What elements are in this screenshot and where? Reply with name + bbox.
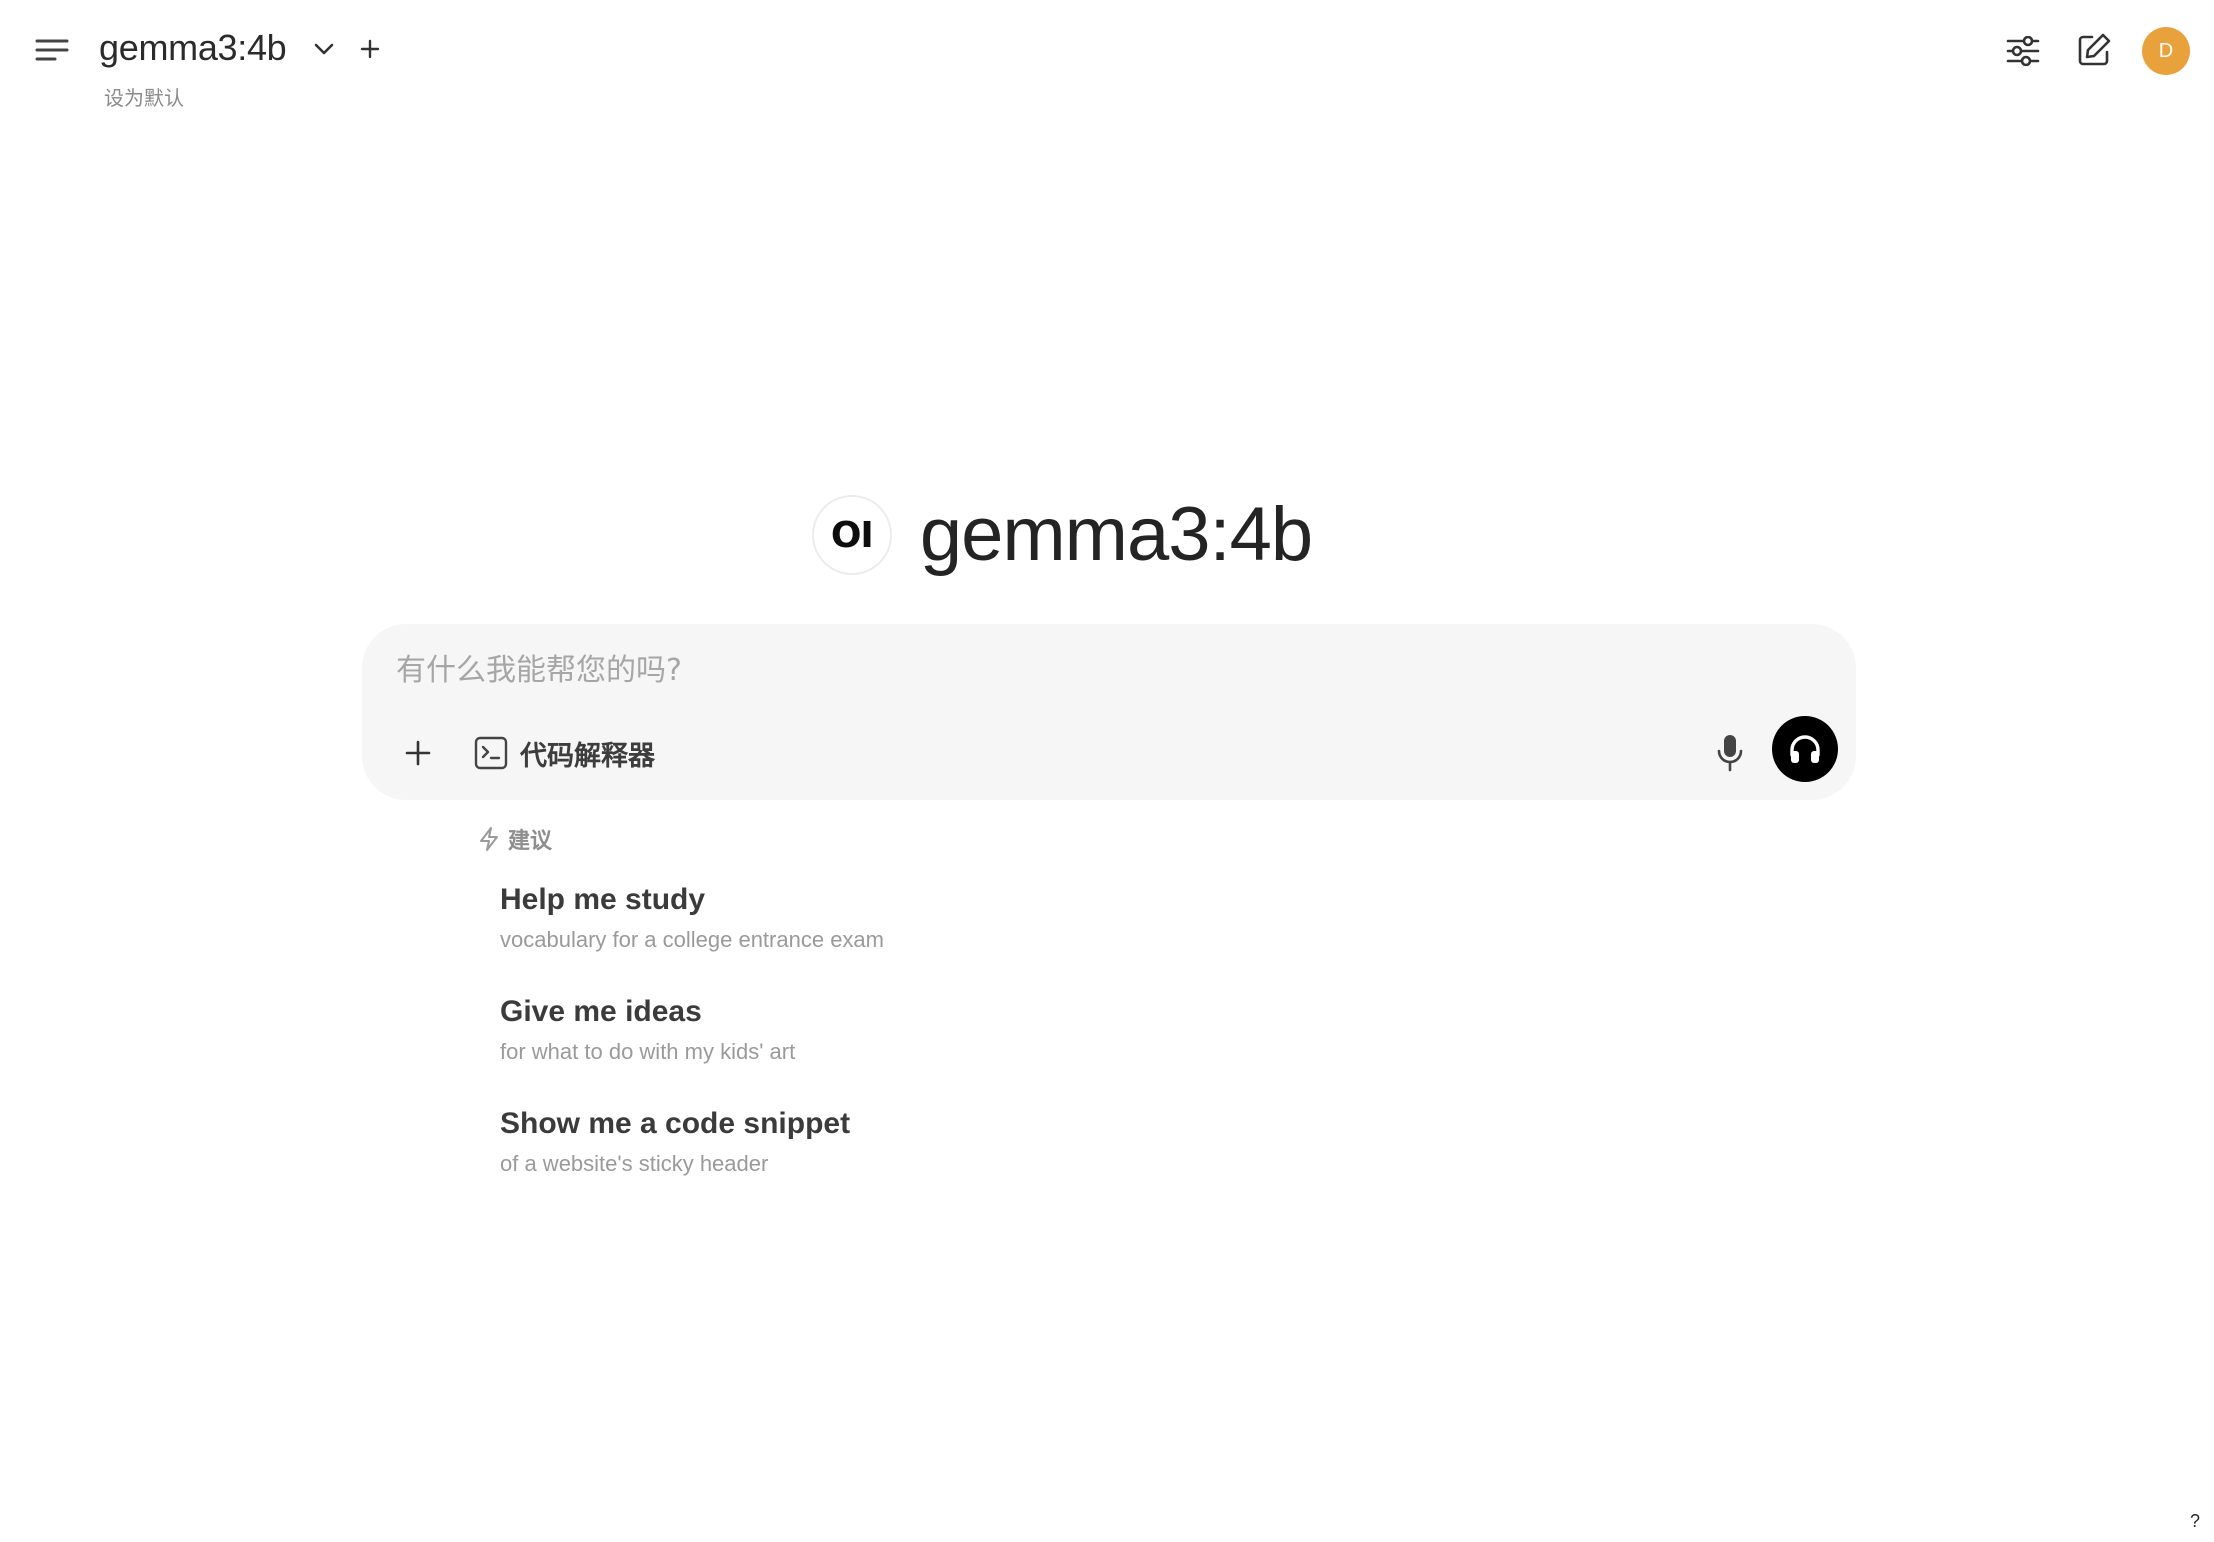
user-avatar[interactable]: D (2142, 27, 2190, 75)
new-chat-button[interactable] (2071, 27, 2117, 73)
menu-icon (35, 39, 69, 61)
terminal-icon (474, 736, 508, 770)
suggestion-subtitle: for what to do with my kids' art (500, 1039, 796, 1064)
help-button[interactable]: ? (2182, 1508, 2208, 1534)
suggestion-subtitle: of a website's sticky header (500, 1151, 769, 1176)
suggestions-label: 建议 (508, 829, 553, 854)
model-logo-text: OI (830, 514, 874, 556)
dictate-button[interactable] (1704, 727, 1756, 779)
suggestion-item[interactable]: Help me study vocabulary for a college e… (500, 880, 1400, 992)
sidebar-toggle-button[interactable] (30, 30, 74, 70)
message-input[interactable] (396, 646, 1796, 694)
suggestion-item[interactable]: Show me a code snippet of a website's st… (500, 1104, 1400, 1216)
lightning-icon (480, 827, 498, 851)
suggestion-list: Help me study vocabulary for a college e… (500, 880, 1400, 1216)
suggestion-title: Help me study (500, 883, 706, 916)
edit-icon (2078, 33, 2111, 66)
model-logo: OI (811, 495, 892, 575)
chat-controls-button[interactable] (2000, 28, 2046, 74)
suggestion-title: Show me a code snippet (500, 1107, 851, 1140)
message-composer: 代码解释器 (362, 624, 1856, 800)
suggestion-subtitle: vocabulary for a college entrance exam (500, 927, 884, 952)
suggestions-header: 建议 (478, 822, 552, 856)
voice-mode-button[interactable] (1772, 716, 1838, 782)
sliders-icon (2006, 36, 2040, 66)
plus-icon (360, 39, 380, 59)
plus-icon (405, 740, 431, 766)
code-interpreter-toggle[interactable]: 代码解释器 (474, 727, 655, 779)
model-dropdown-button[interactable] (306, 32, 342, 66)
hero-model-title: gemma3:4b (919, 492, 1313, 577)
headphones-icon (1790, 735, 1820, 763)
model-hero: OI gemma3:4b (0, 490, 2214, 580)
model-selector[interactable]: gemma3:4b (99, 24, 287, 72)
add-model-button[interactable] (352, 32, 388, 66)
suggestion-item[interactable]: Give me ideas for what to do with my kid… (500, 992, 1400, 1104)
set-default-link[interactable]: 设为默认 (104, 82, 184, 111)
top-bar: gemma3:4b 设为默认 D (0, 0, 2214, 120)
suggestion-title: Give me ideas (500, 995, 702, 1028)
chevron-down-icon (314, 43, 334, 55)
microphone-icon (1717, 735, 1743, 772)
code-interpreter-label: 代码解释器 (520, 740, 655, 772)
attach-button[interactable] (392, 727, 444, 779)
